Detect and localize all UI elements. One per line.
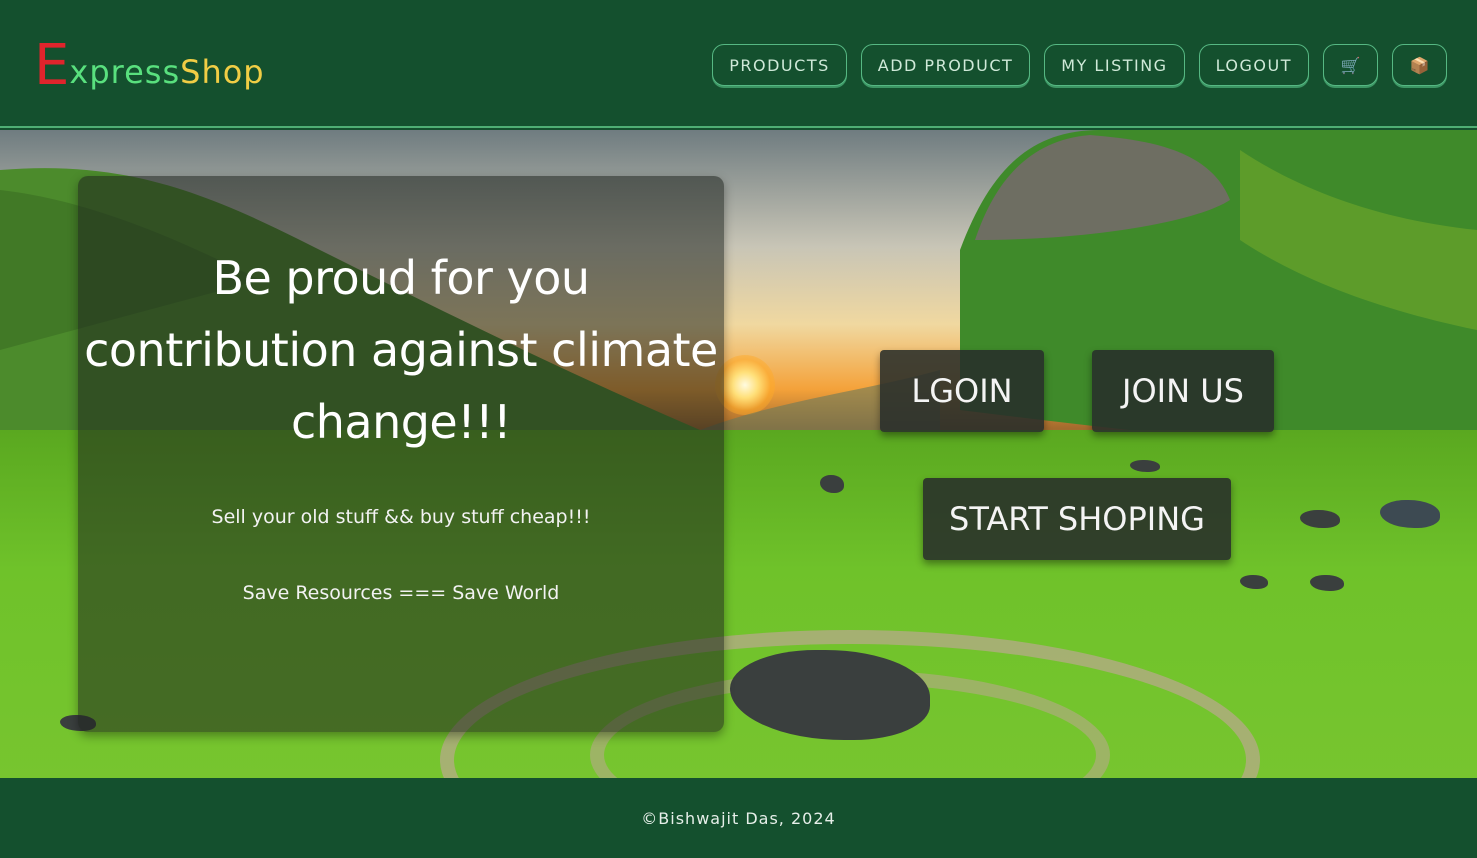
logo-letter-e: E (34, 33, 70, 98)
mission-card: Be proud for you contribution against cl… (78, 176, 724, 732)
copyright-text: ©Bishwajit Das, 2024 (641, 808, 836, 828)
nav-add-product-button[interactable]: ADD PRODUCT (860, 44, 1031, 86)
nav-products-button[interactable]: PRODUCTS (712, 44, 847, 86)
nav-my-listing-button[interactable]: MY LISTING (1044, 44, 1185, 86)
join-us-button[interactable]: JOIN US (1092, 350, 1274, 432)
login-button[interactable]: LGOIN (880, 350, 1044, 432)
hero-tagline-save: Save Resources === Save World (242, 582, 560, 604)
rock (820, 475, 844, 493)
hero-section: Be proud for you contribution against cl… (0, 130, 1477, 778)
brand-logo[interactable]: E xpress Shop (34, 33, 265, 98)
rock (1240, 575, 1268, 589)
orders-button[interactable]: 📦 (1392, 44, 1447, 86)
logo-text-xpress: xpress (69, 53, 181, 91)
cart-icon: 🛒 (1340, 55, 1361, 75)
main-nav: PRODUCTS ADD PRODUCT MY LISTING LOGOUT 🛒… (712, 44, 1447, 86)
site-header: E xpress Shop PRODUCTS ADD PRODUCT MY LI… (0, 0, 1477, 128)
hero-headline: Be proud for you contribution against cl… (84, 251, 718, 449)
logo-text-shop: Shop (180, 53, 265, 91)
cart-button[interactable]: 🛒 (1323, 44, 1378, 86)
nav-logout-button[interactable]: LOGOUT (1198, 44, 1309, 86)
start-shopping-button[interactable]: START SHOPING (923, 478, 1231, 560)
hero-tagline-sell: Sell your old stuff && buy stuff cheap!!… (211, 506, 591, 528)
package-icon: 📦 (1409, 55, 1430, 75)
site-footer: ©Bishwajit Das, 2024 (0, 778, 1477, 858)
